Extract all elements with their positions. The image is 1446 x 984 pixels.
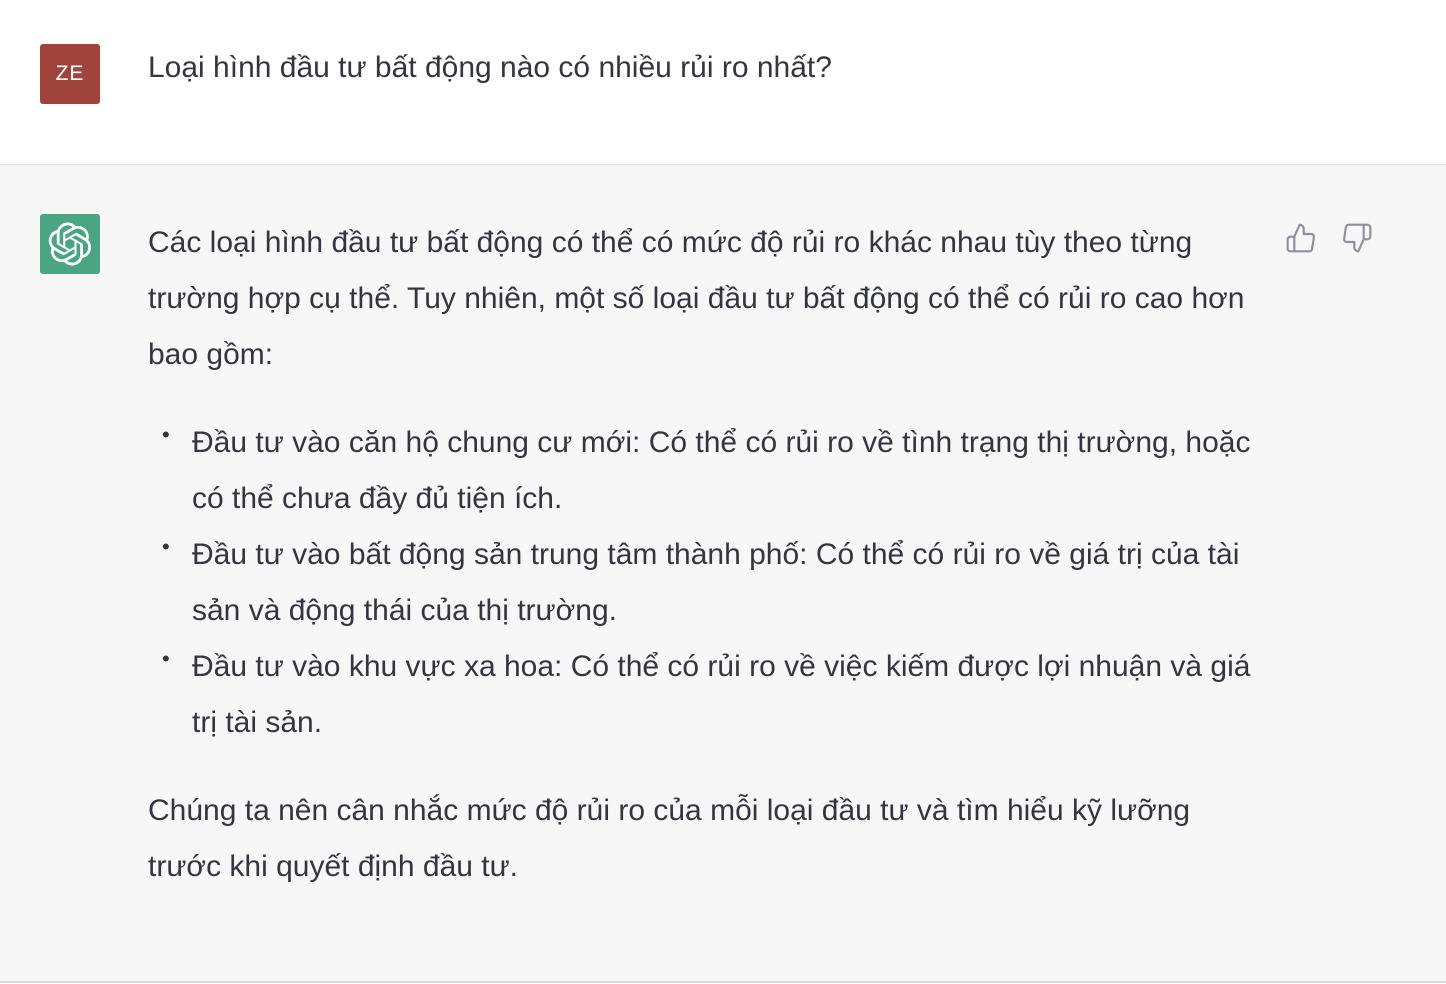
answer-conclusion: Chúng ta nên cân nhắc mức độ rủi ro của …	[148, 794, 1191, 883]
openai-logo-icon	[48, 222, 92, 266]
bullet-icon: •	[162, 422, 170, 447]
answer-list: • Đầu tư vào căn hộ chung cư mới: Có thể…	[148, 415, 1268, 751]
list-item-text: Đầu tư vào khu vực xa hoa: Có thể có rủi…	[192, 650, 1251, 739]
thumbs-down-button[interactable]	[1340, 221, 1374, 255]
list-item: • Đầu tư vào khu vực xa hoa: Có thể có r…	[162, 639, 1268, 751]
thumbs-up-button[interactable]	[1284, 221, 1318, 255]
user-message: ZE Loại hình đầu tư bất động nào có nhiề…	[0, 0, 1446, 165]
user-avatar: ZE	[40, 44, 100, 104]
assistant-answer: Các loại hình đầu tư bất động có thể có …	[148, 215, 1268, 895]
thumbs-down-icon	[1343, 223, 1372, 253]
bullet-icon: •	[162, 534, 170, 559]
answer-intro: Các loại hình đầu tư bất động có thể có …	[148, 226, 1245, 371]
assistant-message: Các loại hình đầu tư bất động có thể có …	[0, 165, 1446, 983]
bullet-icon: •	[162, 646, 170, 671]
assistant-avatar	[40, 214, 100, 274]
list-item-text: Đầu tư vào bất động sản trung tâm thành …	[192, 538, 1240, 627]
user-avatar-initials: ZE	[55, 62, 85, 85]
user-message-text: Loại hình đầu tư bất động nào có nhiều r…	[148, 51, 832, 84]
list-item: • Đầu tư vào căn hộ chung cư mới: Có thể…	[162, 415, 1268, 527]
list-item-text: Đầu tư vào căn hộ chung cư mới: Có thể c…	[192, 426, 1251, 515]
thumbs-up-icon	[1286, 223, 1315, 253]
list-item: • Đầu tư vào bất động sản trung tâm thàn…	[162, 527, 1268, 639]
